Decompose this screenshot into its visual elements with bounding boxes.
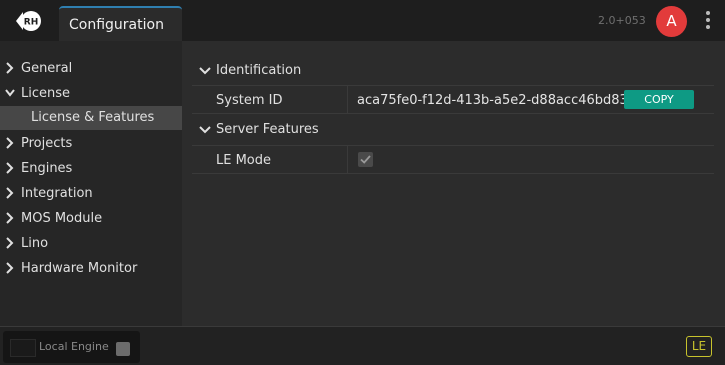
tab-label: Configuration xyxy=(69,17,164,33)
sidebar-item-license-features[interactable]: License & Features xyxy=(0,106,182,130)
sidebar-item-integration[interactable]: Integration xyxy=(0,182,182,206)
tab-configuration[interactable]: Configuration xyxy=(59,6,182,41)
version-label: 2.0+053 xyxy=(598,14,646,27)
column-divider xyxy=(347,86,348,114)
sidebar-item-label: General xyxy=(21,61,73,76)
le-badge: LE xyxy=(686,336,712,357)
chevron-right-icon xyxy=(6,62,14,74)
engine-selector[interactable]: Local Engine xyxy=(3,331,140,363)
chevron-right-icon xyxy=(6,162,14,174)
sidebar-item-label: MOS Module xyxy=(21,211,103,226)
sidebar-item-label: License xyxy=(21,86,71,101)
sidebar-item-projects[interactable]: Projects xyxy=(0,132,182,156)
sidebar-item-mos-module[interactable]: MOS Module xyxy=(0,207,182,231)
section-title: Identification xyxy=(216,63,302,78)
svg-text:RH: RH xyxy=(24,18,38,28)
chevron-right-icon xyxy=(6,212,14,224)
system-id-value: aca75fe0-f12d-413b-a5e2-d88acc46bd83 xyxy=(357,93,628,108)
more-menu-icon[interactable] xyxy=(702,11,714,31)
sidebar-item-license[interactable]: License xyxy=(0,82,182,106)
sidebar-item-hardware-monitor[interactable]: Hardware Monitor xyxy=(0,257,182,281)
app-logo-icon: RH xyxy=(16,11,41,31)
chevron-right-icon xyxy=(6,187,14,199)
chevron-down-icon xyxy=(5,89,15,97)
le-mode-label: LE Mode xyxy=(216,153,272,168)
bottom-bar: Local Engine LE xyxy=(0,326,725,365)
main-panel: Identification System ID aca75fe0-f12d-4… xyxy=(182,41,725,326)
sidebar-item-label: Lino xyxy=(21,236,49,251)
chevron-right-icon xyxy=(6,137,14,149)
sidebar-item-label: Integration xyxy=(21,186,93,201)
sidebar: General License License & Features Proje… xyxy=(0,41,182,326)
sidebar-item-label: Hardware Monitor xyxy=(21,261,138,276)
column-divider xyxy=(347,146,348,174)
sidebar-item-label: License & Features xyxy=(31,110,155,125)
sidebar-item-engines[interactable]: Engines xyxy=(0,157,182,181)
engine-status-swatch xyxy=(10,339,36,357)
sidebar-item-label: Engines xyxy=(21,161,73,176)
chevron-down-icon xyxy=(199,67,211,75)
section-identification[interactable]: Identification xyxy=(192,56,714,85)
sidebar-item-general[interactable]: General xyxy=(0,57,182,81)
engine-toggle[interactable] xyxy=(116,342,130,356)
checkmark-icon xyxy=(360,155,371,164)
section-title: Server Features xyxy=(216,122,319,137)
user-avatar[interactable]: A xyxy=(656,6,687,37)
copy-button[interactable]: COPY xyxy=(624,90,694,109)
system-id-label: System ID xyxy=(216,93,283,108)
system-id-row: System ID aca75fe0-f12d-413b-a5e2-d88acc… xyxy=(192,85,714,114)
le-mode-checkbox[interactable] xyxy=(358,152,373,167)
le-mode-row: LE Mode xyxy=(192,145,714,174)
chevron-right-icon xyxy=(6,262,14,274)
chevron-down-icon xyxy=(199,126,211,134)
top-bar: RH Configuration 2.0+053 A xyxy=(0,0,725,41)
chevron-right-icon xyxy=(6,237,14,249)
sidebar-item-lino[interactable]: Lino xyxy=(0,232,182,256)
engine-label: Local Engine xyxy=(39,340,109,353)
section-server-features[interactable]: Server Features xyxy=(192,115,714,144)
sidebar-item-label: Projects xyxy=(21,136,73,151)
